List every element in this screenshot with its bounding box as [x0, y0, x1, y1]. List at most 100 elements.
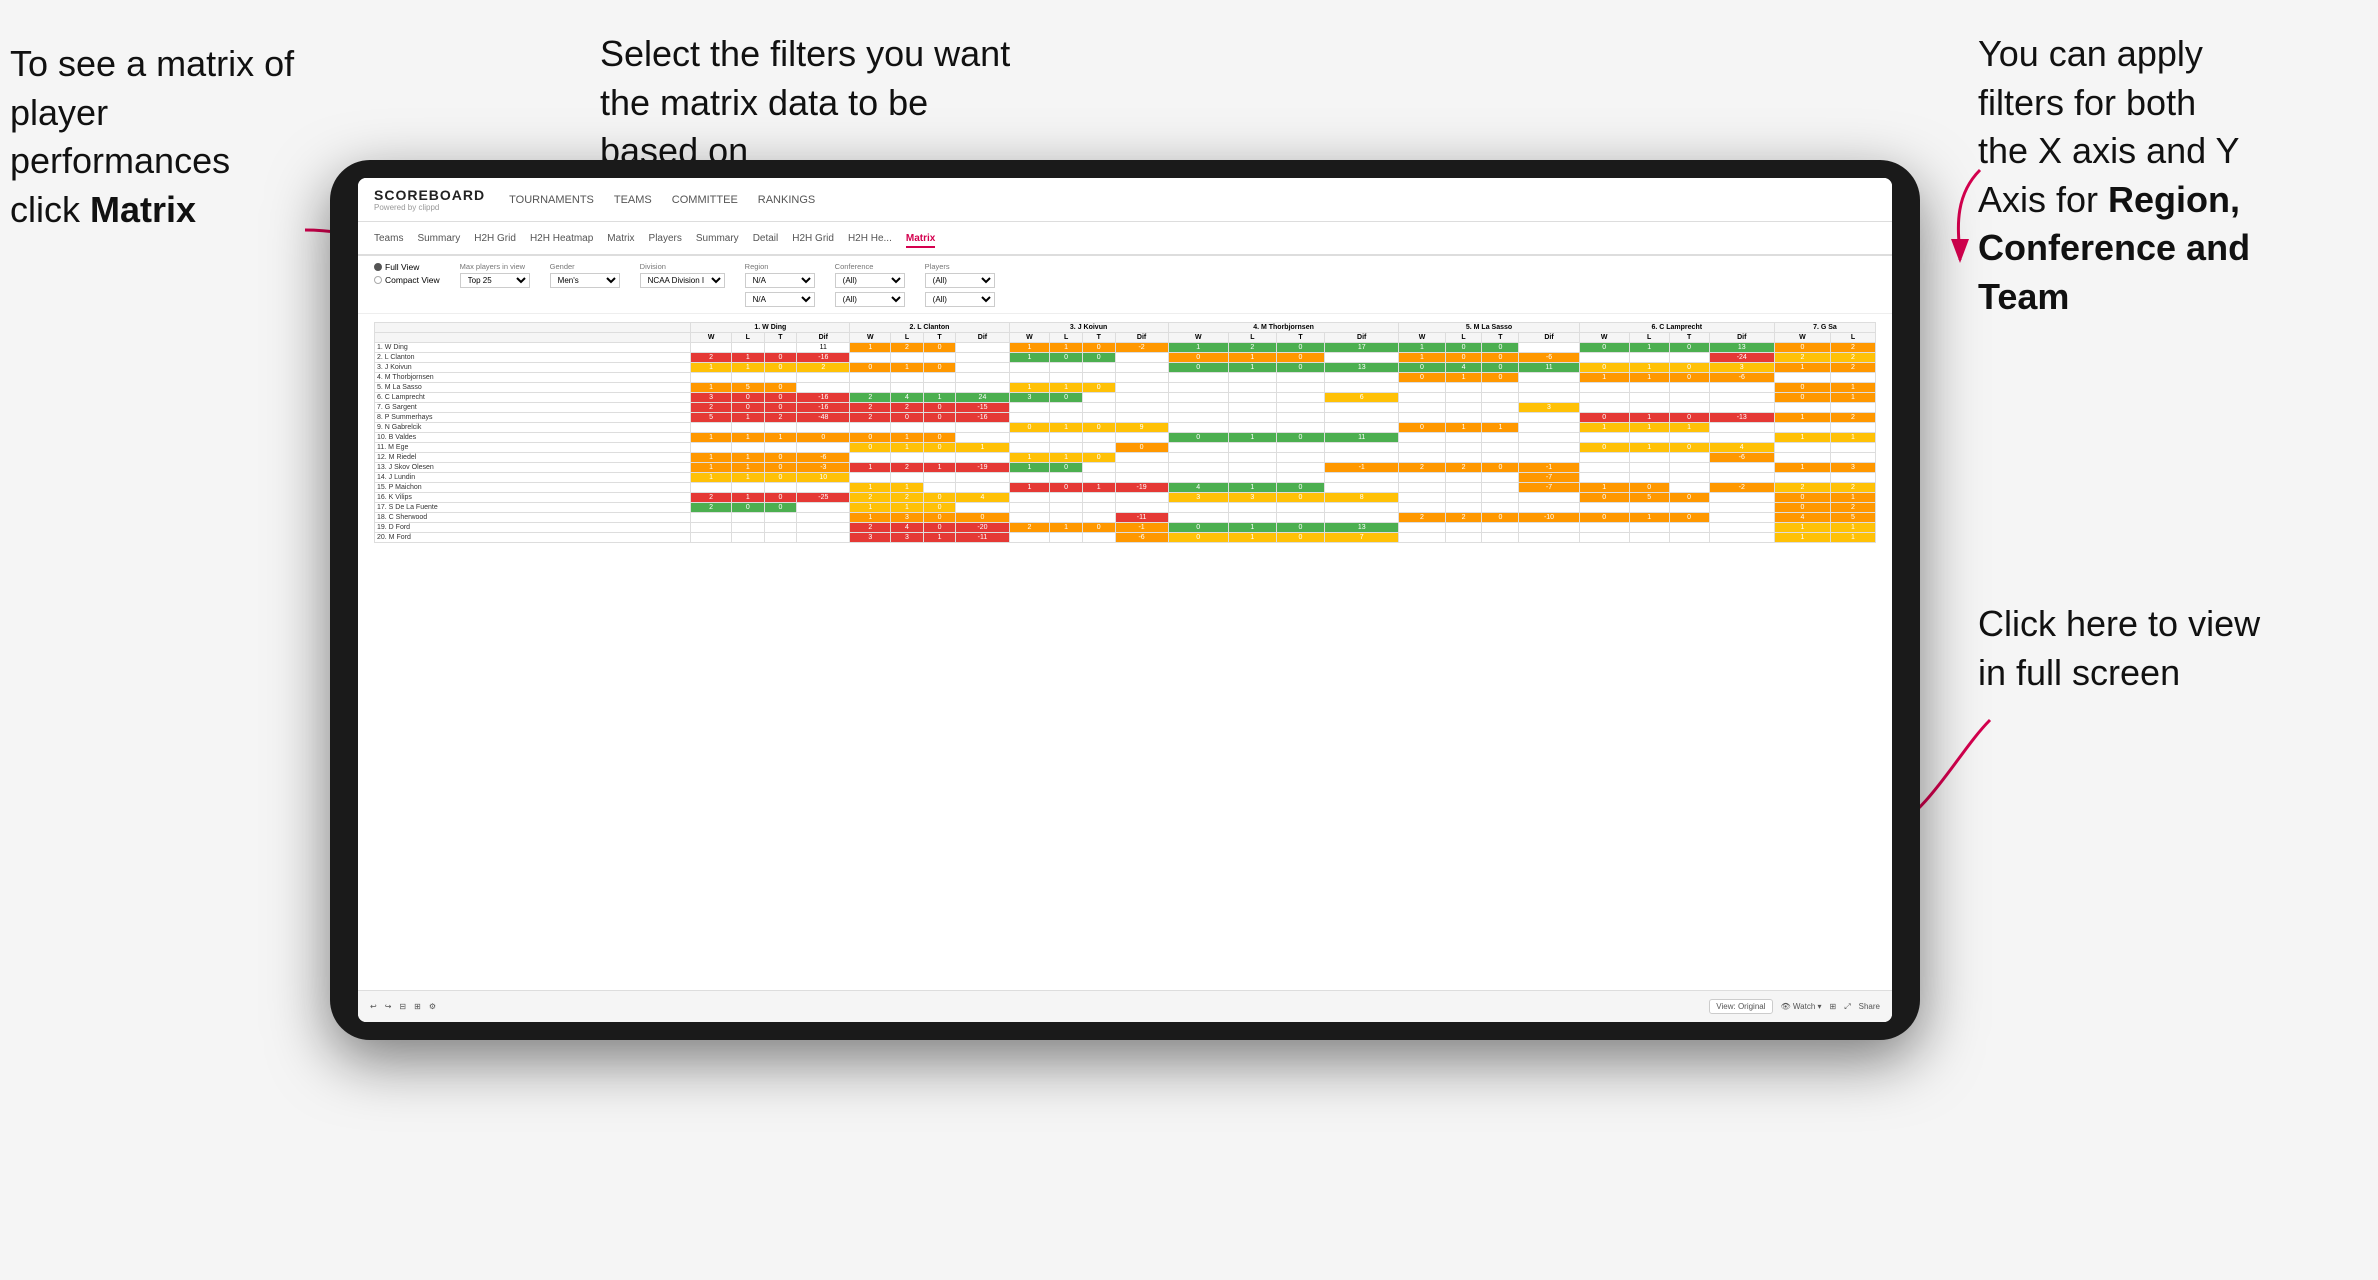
max-players-select[interactable]: Top 25: [460, 273, 530, 288]
tab-summary[interactable]: Summary: [417, 231, 460, 246]
view-original-btn[interactable]: View: Original: [1709, 999, 1772, 1014]
players-select-1[interactable]: (All): [925, 273, 995, 288]
matrix-cell: 0: [764, 463, 797, 473]
matrix-cell: [1579, 533, 1629, 543]
matrix-cell: [1115, 473, 1168, 483]
ann-rt-l6: Team: [1978, 276, 2069, 317]
matrix-area: 1. W Ding 2. L Clanton 3. J Koivun 4. M …: [358, 314, 1892, 990]
matrix-cell: [1168, 423, 1228, 433]
matrix-cell: 0: [764, 363, 797, 373]
players-label: Players: [925, 262, 995, 271]
sh-w5: W: [1399, 333, 1445, 343]
matrix-cell: [764, 533, 797, 543]
matrix-cell: [1276, 393, 1324, 403]
matrix-cell: 1: [1830, 493, 1875, 503]
matrix-cell: 1: [1009, 383, 1050, 393]
annotation-right-bottom: Click here to view in full screen: [1978, 600, 2348, 697]
matrix-cell: [1050, 433, 1083, 443]
matrix-cell: [1276, 453, 1324, 463]
conference-select-2[interactable]: (All): [835, 292, 905, 307]
ann-rb-l1: Click here to view: [1978, 603, 2260, 644]
matrix-cell: 1: [1774, 533, 1830, 543]
matrix-cell: [1009, 503, 1050, 513]
matrix-cell: [1050, 513, 1083, 523]
matrix-cell: 0: [1082, 353, 1115, 363]
zoom-out-icon[interactable]: ⊟: [399, 1002, 406, 1011]
matrix-cell: 1: [1629, 423, 1669, 433]
matrix-cell: 1: [732, 433, 765, 443]
matrix-cell: 13: [1325, 363, 1399, 373]
matrix-cell: 2: [691, 493, 732, 503]
tab-h2h-grid2[interactable]: H2H Grid: [792, 231, 834, 246]
tab-teams[interactable]: Teams: [374, 231, 403, 246]
matrix-cell: [1579, 393, 1629, 403]
matrix-cell: [1276, 373, 1324, 383]
matrix-cell: 1: [691, 453, 732, 463]
redo-icon[interactable]: ↪: [385, 1002, 392, 1011]
tab-players[interactable]: Players: [649, 231, 682, 246]
tab-matrix-players[interactable]: Matrix: [607, 231, 634, 246]
matrix-cell: 0: [1276, 343, 1324, 353]
conference-select-1[interactable]: (All): [835, 273, 905, 288]
zoom-in-icon[interactable]: ⊞: [414, 1002, 421, 1011]
tab-matrix-active[interactable]: Matrix: [906, 231, 935, 248]
matrix-cell: [691, 513, 732, 523]
matrix-cell: 1: [691, 463, 732, 473]
matrix-cell: 0: [732, 403, 765, 413]
layout-icon[interactable]: ⊞: [1830, 1002, 1837, 1011]
row-player-name: 16. K Vilips: [375, 493, 691, 503]
nav-committee[interactable]: COMMITTEE: [672, 192, 738, 208]
table-row: 2. L Clanton210-16100010100-6-2422: [375, 353, 1876, 363]
matrix-cell: [1629, 383, 1669, 393]
region-select-1[interactable]: N/A: [745, 273, 815, 288]
tab-h2h-he[interactable]: H2H He...: [848, 231, 892, 246]
matrix-cell: 0: [850, 443, 891, 453]
matrix-cell: [691, 343, 732, 353]
region-select-2[interactable]: N/A: [745, 292, 815, 307]
matrix-cell: [1168, 453, 1228, 463]
nav-teams[interactable]: TEAMS: [614, 192, 652, 208]
matrix-cell: [1168, 403, 1228, 413]
matrix-cell: [1445, 383, 1482, 393]
nav-tournaments[interactable]: TOURNAMENTS: [509, 192, 594, 208]
tab-summary2[interactable]: Summary: [696, 231, 739, 246]
matrix-cell: -13: [1709, 413, 1774, 423]
matrix-cell: 1: [732, 473, 765, 483]
ann-left-line1: To see a matrix of: [10, 43, 294, 84]
radio-full-view[interactable]: Full View: [374, 262, 440, 272]
tab-h2h-heatmap[interactable]: H2H Heatmap: [530, 231, 593, 246]
undo-icon[interactable]: ↩: [370, 1002, 377, 1011]
table-row: 13. J Skov Olesen110-3121-1910-1220-113: [375, 463, 1876, 473]
division-select[interactable]: NCAA Division I: [640, 273, 725, 288]
matrix-cell: [1669, 503, 1709, 513]
matrix-cell: 5: [732, 383, 765, 393]
matrix-cell: 2: [1009, 523, 1050, 533]
matrix-cell: 0: [1168, 433, 1228, 443]
watch-btn[interactable]: 👁 Watch ▾: [1781, 1002, 1822, 1011]
players-select-2[interactable]: (All): [925, 292, 995, 307]
radio-compact-view[interactable]: Compact View: [374, 275, 440, 285]
matrix-cell: 0: [923, 513, 956, 523]
sh-w2: W: [850, 333, 891, 343]
matrix-cell: 0: [1579, 343, 1629, 353]
fullscreen-icon[interactable]: ⤢: [1844, 1002, 1850, 1012]
matrix-cell: 3: [1228, 493, 1276, 503]
matrix-cell: 4: [891, 393, 924, 403]
matrix-cell: [1830, 403, 1875, 413]
settings-icon[interactable]: ⚙: [429, 1002, 436, 1011]
tab-h2h-grid[interactable]: H2H Grid: [474, 231, 516, 246]
matrix-cell: -19: [1115, 483, 1168, 493]
matrix-cell: [732, 523, 765, 533]
matrix-cell: [850, 373, 891, 383]
matrix-cell: [1579, 433, 1629, 443]
matrix-cell: [1629, 403, 1669, 413]
matrix-cell: [1325, 353, 1399, 363]
matrix-cell: 1: [1009, 453, 1050, 463]
matrix-cell: 13: [1325, 523, 1399, 533]
nav-rankings[interactable]: RANKINGS: [758, 192, 815, 208]
matrix-cell: 1: [1050, 453, 1083, 463]
share-btn[interactable]: Share: [1859, 1002, 1880, 1011]
gender-select[interactable]: Men's: [550, 273, 620, 288]
tab-detail[interactable]: Detail: [753, 231, 779, 246]
matrix-cell: [1325, 423, 1399, 433]
